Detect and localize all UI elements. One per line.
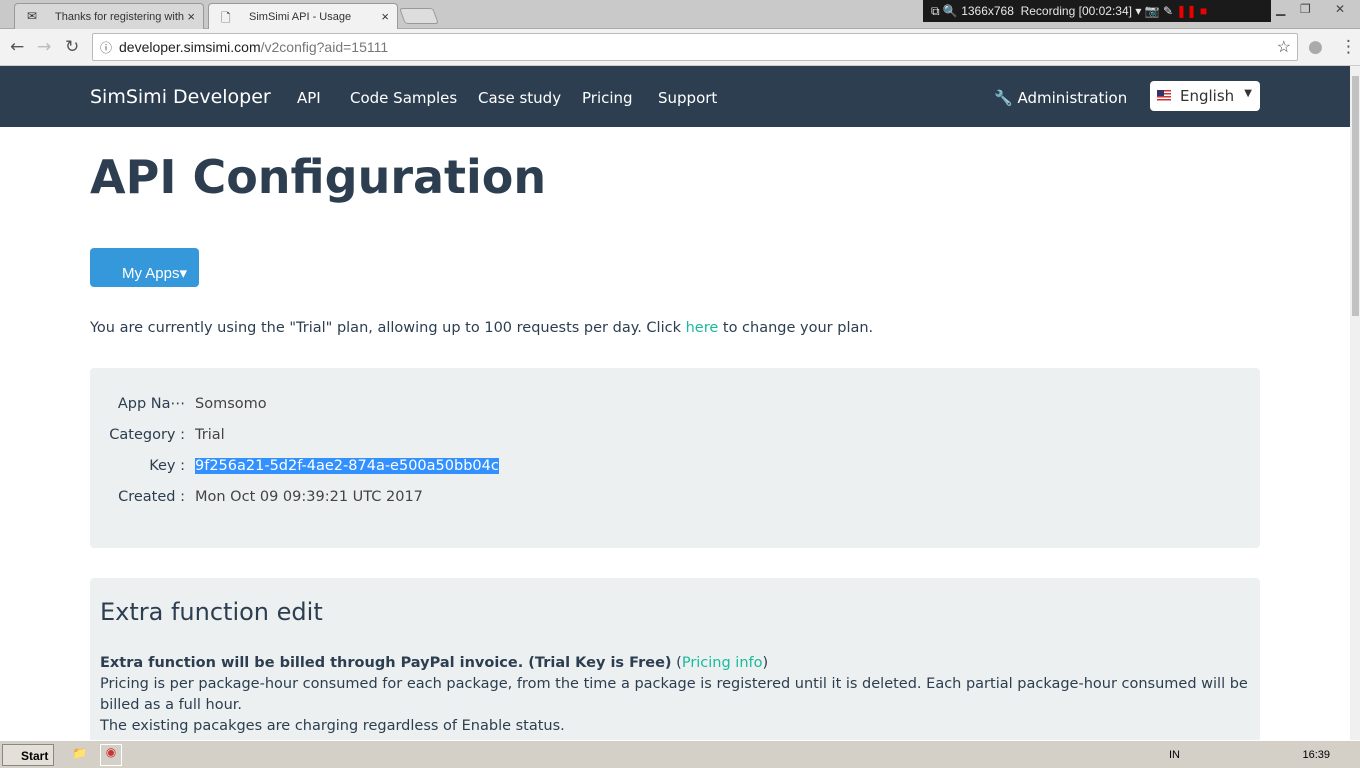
- my-apps-button[interactable]: My Apps▾: [90, 248, 199, 287]
- app-info-panel: App Na⋯ Somsomo Category : Trial Key :9f25…: [90, 368, 1260, 548]
- nav-api[interactable]: API: [297, 89, 321, 107]
- taskbar: Start 📁 ◉ IN 16:39: [0, 740, 1360, 768]
- nav-case-study[interactable]: Case study: [478, 89, 561, 107]
- brand[interactable]: SimSimi Developer: [90, 86, 271, 108]
- nav-administration[interactable]: 🔧 Administration: [994, 89, 1127, 107]
- new-tab-button[interactable]: [399, 8, 439, 24]
- reload-icon[interactable]: ↻: [65, 37, 79, 57]
- close-tab-icon[interactable]: ×: [187, 9, 195, 24]
- extension-icon[interactable]: ●: [1308, 37, 1323, 57]
- scrollbar-thumb[interactable]: [1352, 76, 1359, 316]
- us-flag-icon: [1157, 90, 1171, 101]
- site-navbar: SimSimi Developer API Code Samples Case …: [0, 66, 1350, 127]
- language-select[interactable]: English ▼: [1150, 81, 1260, 111]
- nav-code-samples[interactable]: Code Samples: [350, 89, 457, 107]
- billing-note: Extra function will be billed through Pa…: [100, 655, 769, 671]
- tab-thanks[interactable]: ✉ Thanks for registering with ×: [14, 3, 204, 29]
- mail-icon: ✉: [27, 9, 38, 23]
- page-icon: 🗋: [221, 11, 231, 25]
- change-plan-link[interactable]: here: [686, 320, 719, 336]
- pricing-info-link[interactable]: Pricing info: [682, 655, 763, 671]
- chrome-icon[interactable]: ◉: [100, 744, 122, 766]
- wrench-icon: 🔧: [994, 89, 1013, 107]
- scrollbar[interactable]: [1350, 66, 1360, 740]
- nav-pricing[interactable]: Pricing: [582, 89, 633, 107]
- start-button[interactable]: Start: [2, 744, 54, 766]
- clock[interactable]: 16:39: [1302, 749, 1330, 761]
- close-window-icon[interactable]: ✕: [1335, 2, 1345, 16]
- menu-dots-icon[interactable]: ⋮: [1340, 37, 1357, 57]
- existing-packages-note: The existing pacakges are charging regar…: [100, 718, 565, 734]
- close-tab-icon[interactable]: ×: [381, 9, 389, 24]
- plan-info: You are currently using the "Trial" plan…: [90, 320, 874, 336]
- restore-icon[interactable]: ❐: [1300, 2, 1311, 16]
- extra-function-panel: Extra function edit Extra function will …: [90, 578, 1260, 748]
- recorder-bar: ⧉ 🔍 1366x768 Recording [00:02:34] ▾ 📷 ✎ …: [923, 0, 1271, 22]
- extra-function-title: Extra function edit: [100, 598, 323, 626]
- page-title: API Configuration: [90, 150, 547, 204]
- nav-support[interactable]: Support: [658, 89, 717, 107]
- stop-icon[interactable]: ■: [1200, 4, 1207, 18]
- bookmark-star-icon[interactable]: ☆: [1277, 37, 1291, 57]
- tab-simsimi-usage[interactable]: 🗋 SimSimi API - Usage ×: [208, 3, 398, 30]
- explorer-icon[interactable]: 📁: [72, 746, 87, 760]
- api-key-value[interactable]: 9f256a21-5d2f-4ae2-874a-e500a50bb04c: [195, 458, 499, 474]
- pricing-description: Pricing is per package-hour consumed for…: [100, 676, 1248, 713]
- minimize-icon[interactable]: ▁: [1276, 2, 1285, 16]
- pause-icon[interactable]: ❚❚: [1176, 4, 1196, 18]
- caret-down-icon: ▼: [1244, 88, 1252, 99]
- forward-icon[interactable]: →: [37, 37, 51, 57]
- address-bar[interactable]: ⓘ developer.simsimi.com/v2config?aid=1511…: [92, 33, 1298, 61]
- back-icon[interactable]: ←: [10, 37, 24, 57]
- info-icon: ⓘ: [100, 41, 113, 55]
- camera-icon[interactable]: 📷: [1145, 4, 1160, 18]
- browser-toolbar: ← → ↻ ⓘ developer.simsimi.com/v2config?ai…: [0, 29, 1360, 66]
- tab-bar: ✉ Thanks for registering with × 🗋 SimSimi A…: [0, 0, 1360, 30]
- pencil-icon[interactable]: ✎: [1163, 4, 1173, 18]
